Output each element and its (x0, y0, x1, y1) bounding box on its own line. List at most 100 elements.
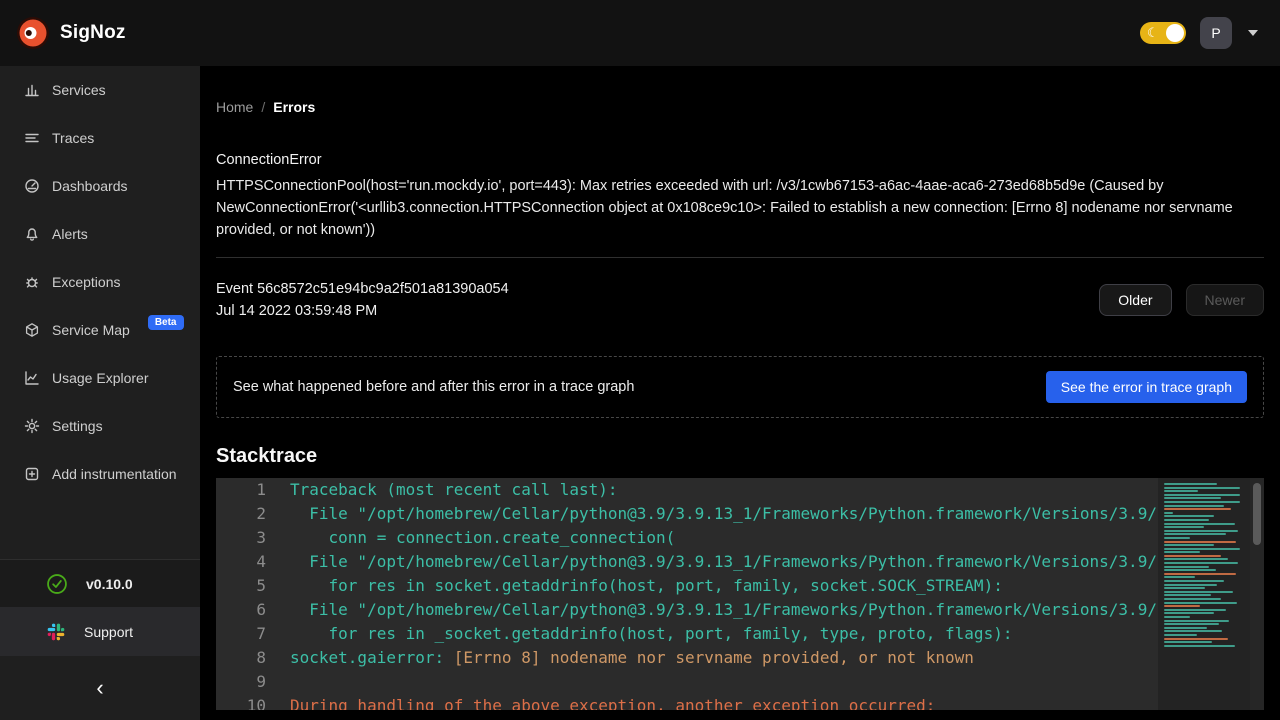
line-number: 3 (216, 526, 266, 550)
theme-toggle[interactable]: ☾ (1140, 22, 1186, 44)
avatar[interactable]: P (1200, 17, 1232, 49)
code-lines: 1Traceback (most recent call last):2 Fil… (216, 478, 1264, 710)
sidebar-item-label: Exceptions (52, 274, 120, 290)
sidebar-item-add-instrumentation[interactable]: Add instrumentation (0, 450, 200, 498)
event-id: Event 56c8572c51e94bc9a2f501a81390a054 (216, 278, 509, 300)
scrollbar-thumb[interactable] (1253, 483, 1261, 545)
code-line: 10 During handling of the above exception… (216, 694, 1264, 710)
newer-button[interactable]: Newer (1186, 284, 1264, 316)
stacktrace-code: 1Traceback (most recent call last):2 Fil… (216, 478, 1264, 710)
trace-graph-button[interactable]: See the error in trace graph (1046, 371, 1247, 403)
signoz-logo (16, 16, 50, 50)
header-actions: ☾ P (1140, 17, 1258, 49)
code-line: 4 File "/opt/homebrew/Cellar/python@3.9/… (216, 550, 1264, 574)
code-line-text: File "/opt/homebrew/Cellar/python@3.9/3.… (290, 598, 1157, 622)
code-line-text: During handling of the above exception, … (290, 694, 935, 710)
stacktrace-heading: Stacktrace (216, 445, 1264, 468)
bar-chart-icon (24, 82, 40, 98)
event-timestamp: Jul 14 2022 03:59:48 PM (216, 300, 509, 322)
sidebar-item-services[interactable]: Services (0, 66, 200, 114)
toggle-knob (1166, 24, 1184, 42)
breadcrumb-current: Errors (273, 99, 315, 115)
error-message: HTTPSConnectionPool(host='run.mockdy.io'… (216, 175, 1264, 241)
dashboard-icon (24, 178, 40, 194)
sidebar-item-usage-explorer[interactable]: Usage Explorer (0, 354, 200, 402)
sidebar-item-support[interactable]: Support (0, 607, 200, 656)
code-line: 7 for res in _socket.getaddrinfo(host, p… (216, 622, 1264, 646)
service-map-icon (24, 322, 40, 338)
event-row: Event 56c8572c51e94bc9a2f501a81390a054 J… (216, 278, 1264, 322)
sidebar-item-settings[interactable]: Settings (0, 402, 200, 450)
bug-icon (24, 274, 40, 290)
code-line: 1 Traceback (most recent call last): (216, 478, 1264, 502)
sidebar-item-label: Add instrumentation (52, 466, 177, 482)
breadcrumb-home[interactable]: Home (216, 99, 253, 115)
code-minimap[interactable] (1158, 478, 1250, 710)
slack-icon (46, 622, 66, 642)
sidebar-item-label: Dashboards (52, 178, 128, 194)
main-content: Home / Errors ConnectionError HTTPSConnect… (200, 66, 1280, 720)
version-row: v0.10.0 (0, 559, 200, 607)
error-title: ConnectionError (216, 152, 1264, 168)
code-line: 5 for res in socket.getaddrinfo(host, po… (216, 574, 1264, 598)
line-number: 1 (216, 478, 266, 502)
chevron-left-icon: ‹ (96, 677, 103, 699)
gear-icon (24, 418, 40, 434)
code-line-text: for res in socket.getaddrinfo(host, port… (290, 574, 1003, 598)
line-number: 7 (216, 622, 266, 646)
sidebar: Services Traces Dashboards Alerts Except… (0, 66, 200, 720)
breadcrumb-separator: / (261, 99, 265, 115)
list-icon (24, 130, 40, 146)
line-number: 10 (216, 694, 266, 710)
line-number: 9 (216, 670, 266, 694)
event-meta: Event 56c8572c51e94bc9a2f501a81390a054 J… (216, 278, 509, 322)
sidebar-item-label: Traces (52, 130, 94, 146)
code-line-text: File "/opt/homebrew/Cellar/python@3.9/3.… (290, 550, 1157, 574)
breadcrumb: Home / Errors (216, 99, 1264, 115)
line-number: 4 (216, 550, 266, 574)
avatar-letter: P (1211, 25, 1220, 41)
sidebar-item-traces[interactable]: Traces (0, 114, 200, 162)
line-number: 5 (216, 574, 266, 598)
sidebar-bottom: v0.10.0 Support ‹ (0, 559, 200, 720)
line-number: 6 (216, 598, 266, 622)
code-line: 8socket.gaierror: [Errno 8] nodename nor… (216, 646, 1264, 670)
older-button[interactable]: Older (1099, 284, 1171, 316)
sidebar-item-label: Settings (52, 418, 103, 434)
sidebar-item-dashboards[interactable]: Dashboards (0, 162, 200, 210)
brand[interactable]: SigNoz (16, 16, 126, 50)
bell-icon (24, 226, 40, 242)
sidebar-item-alerts[interactable]: Alerts (0, 210, 200, 258)
sidebar-item-exceptions[interactable]: Exceptions (0, 258, 200, 306)
code-line-text: socket.gaierror: [Errno 8] nodename nor … (290, 646, 974, 670)
code-line-text: for res in _socket.getaddrinfo(host, por… (290, 622, 1012, 646)
code-line-text: conn = connection.create_connection( (290, 526, 675, 550)
sidebar-item-service-map[interactable]: Service Map Beta (0, 306, 200, 354)
line-number: 2 (216, 502, 266, 526)
event-nav: Older Newer (1099, 284, 1264, 316)
check-circle-icon (46, 573, 68, 595)
trace-cta-panel: See what happened before and after this … (216, 356, 1264, 418)
sidebar-item-label: Usage Explorer (52, 370, 149, 386)
moon-icon: ☾ (1147, 26, 1159, 39)
code-line-text: Traceback (most recent call last): (290, 478, 618, 502)
code-line-text: File "/opt/homebrew/Cellar/python@3.9/3.… (290, 502, 1157, 526)
trace-cta-text: See what happened before and after this … (233, 379, 634, 395)
sidebar-item-label: Alerts (52, 226, 88, 242)
divider (216, 257, 1264, 258)
code-scrollbar[interactable] (1250, 478, 1264, 710)
sidebar-collapse[interactable]: ‹ (0, 656, 200, 720)
code-line: 6 File "/opt/homebrew/Cellar/python@3.9/… (216, 598, 1264, 622)
support-label: Support (84, 624, 133, 640)
beta-badge: Beta (148, 315, 184, 330)
chevron-down-icon[interactable] (1248, 30, 1258, 36)
brand-name: SigNoz (60, 22, 126, 44)
sidebar-item-label: Service Map (52, 322, 130, 338)
sidebar-item-label: Services (52, 82, 106, 98)
app-header: SigNoz ☾ P (0, 0, 1280, 66)
code-line: 9 (216, 670, 1264, 694)
code-line: 2 File "/opt/homebrew/Cellar/python@3.9/… (216, 502, 1264, 526)
version-label: v0.10.0 (86, 576, 133, 592)
line-chart-icon (24, 370, 40, 386)
plus-square-icon (24, 466, 40, 482)
